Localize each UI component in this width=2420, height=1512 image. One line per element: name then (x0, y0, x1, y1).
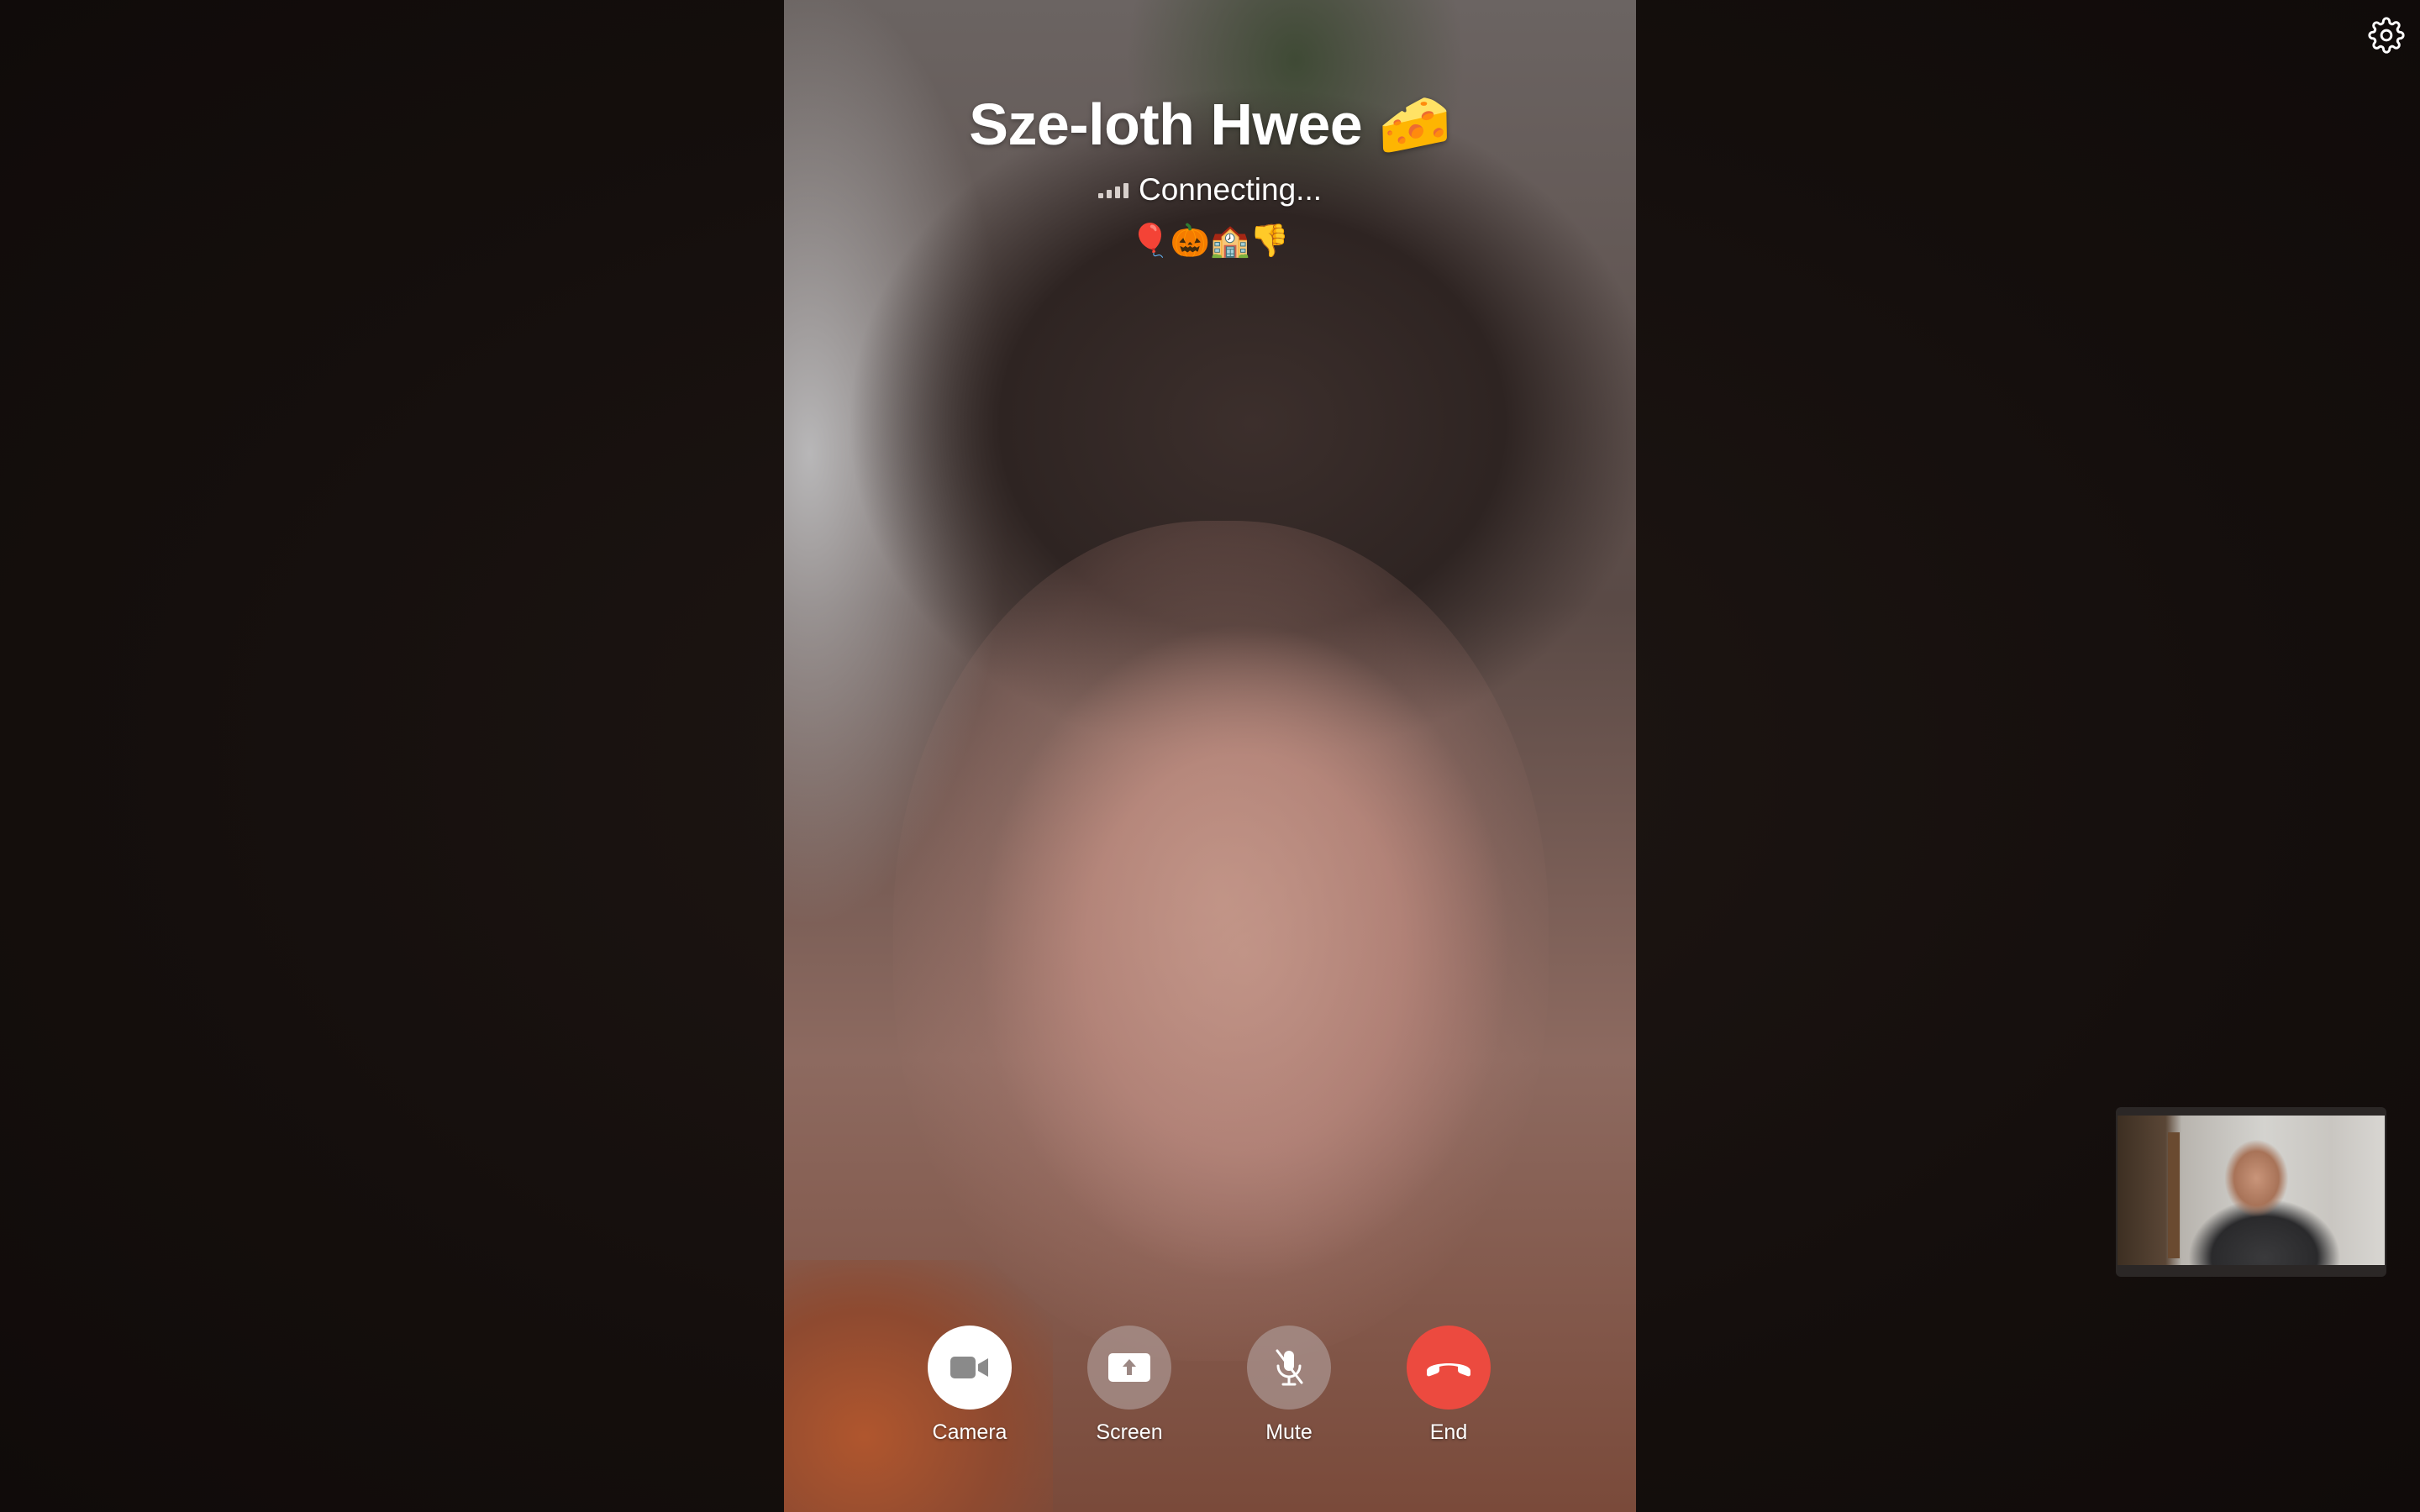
camera-button[interactable]: Camera (919, 1326, 1020, 1445)
camera-label: Camera (932, 1420, 1007, 1444)
camera-button-circle[interactable] (928, 1326, 1012, 1410)
screen-share-icon (1108, 1353, 1150, 1382)
mute-label: Mute (1265, 1420, 1313, 1444)
call-window: Sze-loth Hwee 🧀 Connecting... 🎈🎃🏫👎 Camer… (0, 0, 2420, 1512)
self-view-preview[interactable] (2116, 1107, 2386, 1277)
mute-button[interactable]: Mute (1239, 1326, 1339, 1445)
self-view-video (2118, 1116, 2385, 1265)
screen-share-button[interactable]: Screen (1079, 1326, 1180, 1445)
screen-label: Screen (1096, 1420, 1163, 1444)
call-status-text: Connecting... (1138, 172, 1323, 207)
caller-header: Sze-loth Hwee 🧀 Connecting... 🎈🎃🏫👎 (784, 84, 1636, 262)
caller-emoji-status: 🎈🎃🏫👎 (1130, 223, 1290, 259)
gear-icon (2368, 17, 2405, 54)
caller-name: Sze-loth Hwee 🧀 (969, 92, 1451, 157)
signal-bars-icon (1097, 181, 1128, 198)
self-view-bookshelf (2168, 1132, 2180, 1258)
microphone-muted-icon (1276, 1349, 1303, 1386)
call-controls: Camera Screen Mute End (916, 1326, 1504, 1452)
screen-share-button-circle[interactable] (1087, 1326, 1171, 1410)
phone-hangup-icon (1427, 1363, 1470, 1377)
mute-button-circle[interactable] (1247, 1326, 1331, 1410)
end-call-button-circle[interactable] (1407, 1326, 1491, 1410)
call-status-row: Connecting... (784, 170, 1636, 210)
video-camera-icon (950, 1357, 988, 1378)
settings-button[interactable] (2365, 13, 2408, 57)
end-call-button[interactable]: End (1398, 1326, 1499, 1445)
end-label: End (1429, 1420, 1468, 1444)
remote-video-face (893, 521, 1549, 1361)
